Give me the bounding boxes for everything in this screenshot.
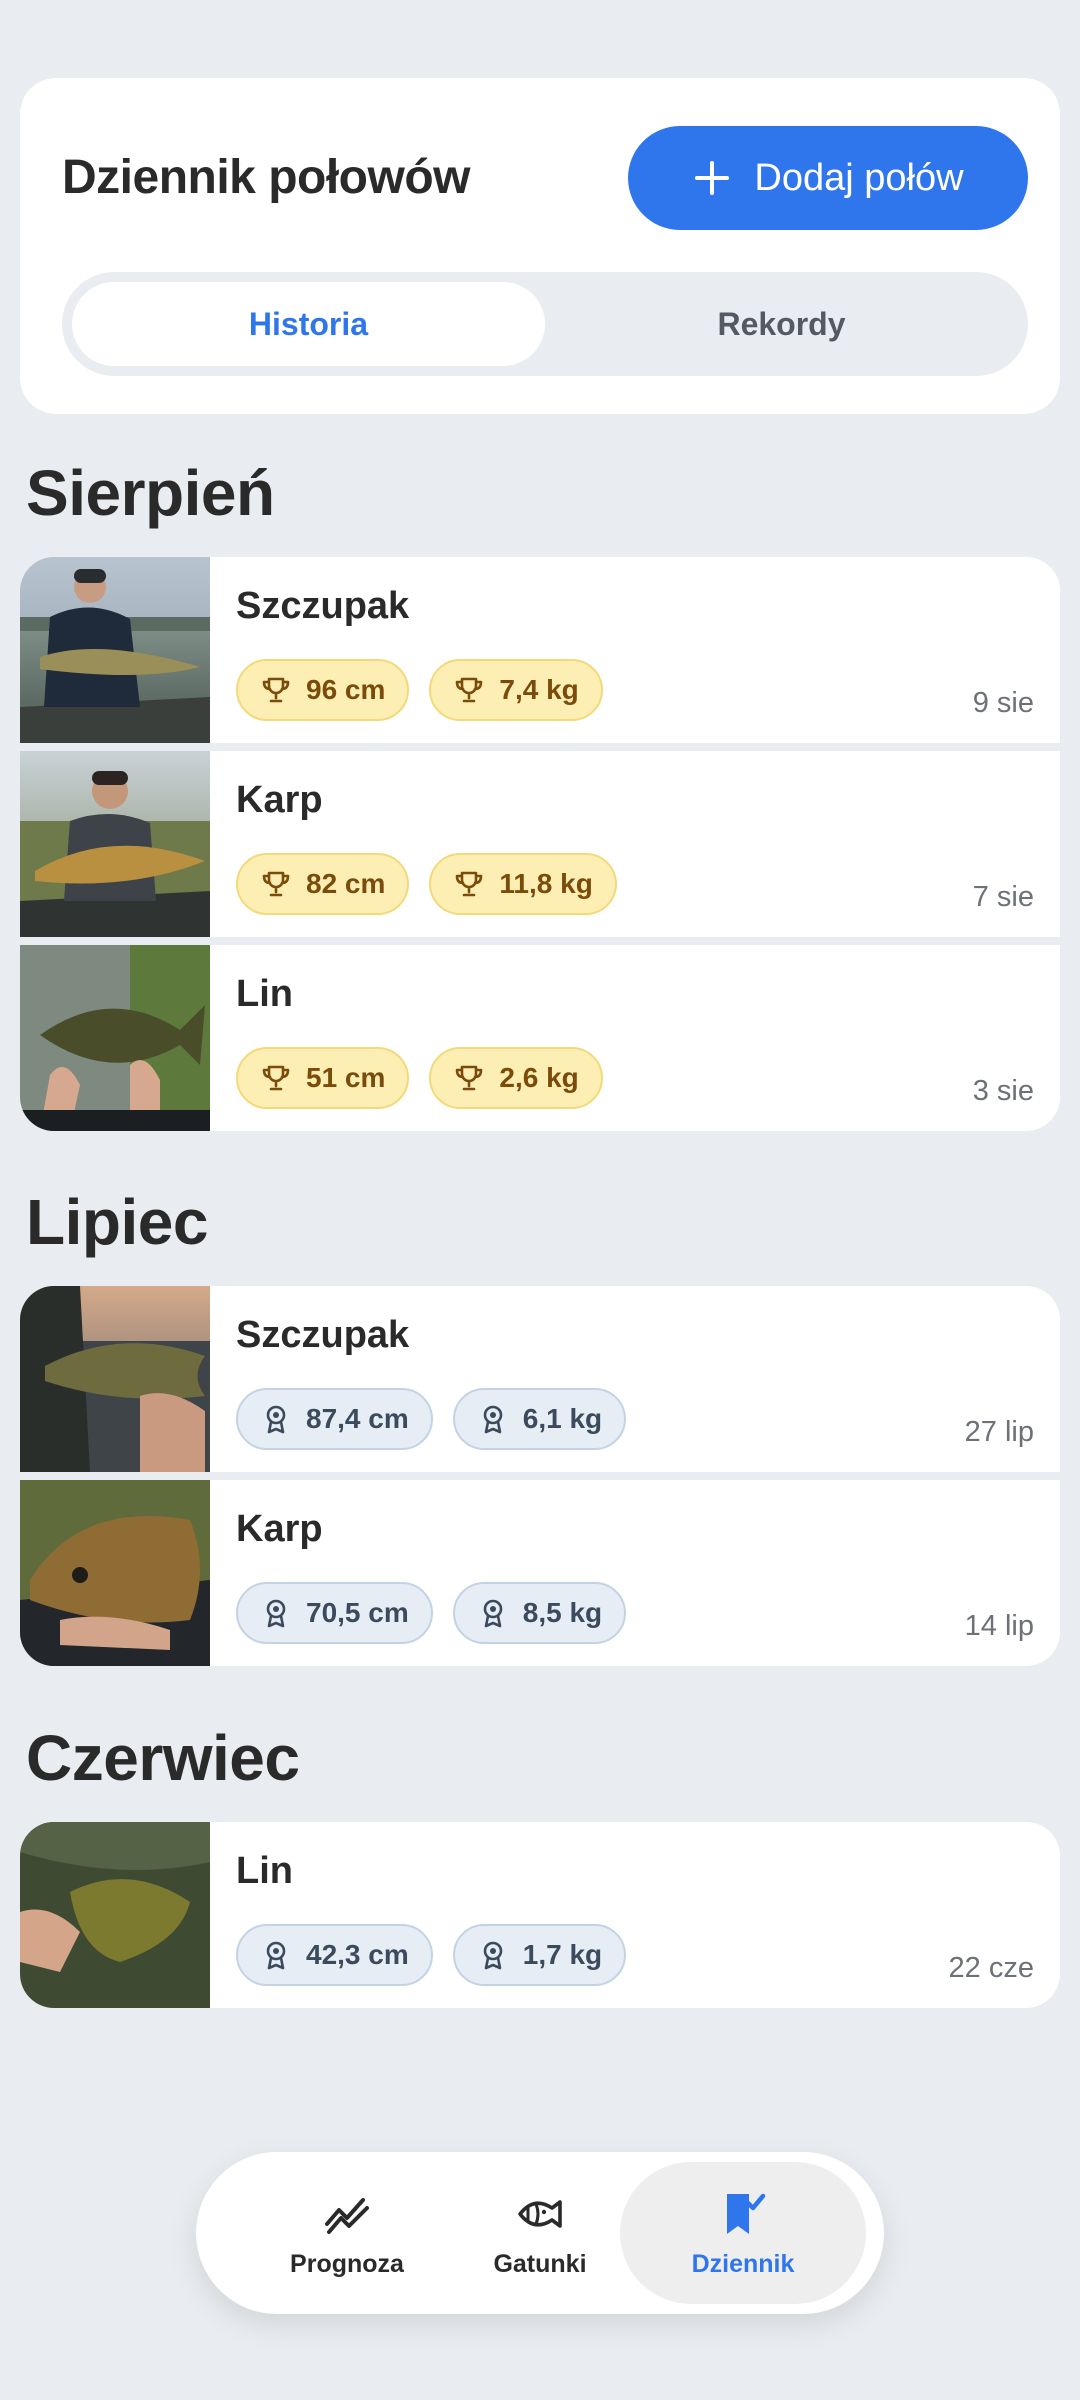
- weight-badge: 8,5 kg: [452, 1582, 627, 1644]
- add-catch-label: Dodaj połów: [754, 156, 964, 199]
- nav-label: Prognoza: [290, 2249, 404, 2278]
- nav-item-dziennik[interactable]: Dziennik: [620, 2162, 866, 2304]
- catch-photo: [20, 1480, 210, 1666]
- weight-badge: 2,6 kg: [429, 1047, 603, 1109]
- catch-date: 7 sie: [972, 881, 1034, 913]
- length-badge: 42,3 cm: [236, 1924, 433, 1986]
- weight-badge: 1,7 kg: [452, 1924, 627, 1986]
- catch-entry[interactable]: Lin 51 cm 2,6 kg 3 sie: [20, 945, 1060, 1131]
- weight-value: 6,1 kg: [522, 1403, 603, 1434]
- catch-photo: [20, 1286, 210, 1472]
- catch-entry[interactable]: Lin 42,3 cm 1,7 kg 22 cze: [20, 1822, 1060, 2008]
- species-name: Lin: [236, 1850, 293, 1892]
- weight-value: 7,4 kg: [499, 674, 579, 705]
- length-value: 96 cm: [306, 674, 386, 705]
- catch-date: 22 cze: [948, 1952, 1034, 1984]
- trophy-icon: [262, 871, 290, 897]
- trophy-icon: [262, 1065, 290, 1091]
- weight-value: 1,7 kg: [522, 1939, 603, 1970]
- catch-date: 3 sie: [972, 1075, 1034, 1107]
- length-value: 51 cm: [306, 1062, 386, 1093]
- medal-icon: [483, 1941, 503, 1970]
- bottom-nav: Prognoza Gatunki Dziennik: [196, 2152, 884, 2314]
- length-badge: 70,5 cm: [236, 1582, 433, 1644]
- bookmark-check-icon: [727, 2193, 766, 2234]
- catch-entry[interactable]: Karp 82 cm 11,8 kg 7 sie: [20, 751, 1060, 937]
- add-catch-button[interactable]: Dodaj połów: [628, 126, 1028, 230]
- length-badge: 96 cm: [236, 659, 410, 721]
- view-tabs: Historia Rekordy: [62, 272, 1028, 376]
- medal-icon: [483, 1599, 503, 1628]
- catch-date: 9 sie: [972, 687, 1034, 719]
- trophy-icon: [456, 871, 483, 897]
- length-badge: 87,4 cm: [236, 1388, 433, 1450]
- species-name: Szczupak: [236, 585, 410, 627]
- length-value: 42,3 cm: [306, 1939, 409, 1970]
- species-name: Szczupak: [236, 1314, 410, 1356]
- length-badge: 51 cm: [236, 1047, 410, 1109]
- month-heading: Sierpień: [26, 457, 275, 529]
- weight-value: 8,5 kg: [522, 1597, 603, 1628]
- medal-icon: [266, 1405, 286, 1434]
- plus-icon: [695, 161, 730, 195]
- tab-historia[interactable]: Historia: [72, 282, 545, 366]
- forecast-chart-icon: [325, 2197, 369, 2234]
- month-heading: Czerwiec: [26, 1722, 300, 1794]
- fish-icon: [518, 2199, 562, 2228]
- page-title: Dziennik połowów: [62, 151, 471, 204]
- medal-icon: [483, 1405, 503, 1434]
- catch-photo: [20, 557, 210, 743]
- trophy-icon: [456, 677, 483, 703]
- catch-photo: [20, 1822, 210, 2008]
- weight-value: 11,8 kg: [499, 868, 593, 899]
- weight-badge: 11,8 kg: [429, 853, 617, 915]
- catch-photo: [20, 751, 210, 937]
- medal-icon: [266, 1941, 286, 1970]
- catch-date: 14 lip: [964, 1610, 1034, 1642]
- catch-photo: [20, 945, 210, 1131]
- species-name: Karp: [236, 1508, 323, 1550]
- month-heading: Lipiec: [26, 1186, 208, 1258]
- length-value: 87,4 cm: [306, 1403, 409, 1434]
- weight-value: 2,6 kg: [499, 1062, 579, 1093]
- length-badge: 82 cm: [236, 853, 410, 915]
- tab-rekordy[interactable]: Rekordy: [545, 282, 1018, 366]
- weight-badge: 6,1 kg: [452, 1388, 627, 1450]
- nav-label: Gatunki: [493, 2249, 587, 2278]
- species-name: Lin: [236, 973, 293, 1015]
- trophy-icon: [456, 1065, 483, 1091]
- catch-entry[interactable]: Szczupak 87,4 cm 6,1 kg 27 lip: [20, 1286, 1060, 1472]
- weight-badge: 7,4 kg: [429, 659, 603, 721]
- length-value: 82 cm: [306, 868, 386, 899]
- medal-icon: [266, 1599, 286, 1628]
- trophy-icon: [262, 677, 290, 703]
- species-name: Karp: [236, 779, 323, 821]
- catch-date: 27 lip: [964, 1416, 1034, 1448]
- catch-entry[interactable]: Karp 70,5 cm 8,5 kg 14 lip: [20, 1480, 1060, 1666]
- header-card: Dziennik połowów Dodaj połów Historia Re…: [20, 78, 1060, 414]
- length-value: 70,5 cm: [306, 1597, 409, 1628]
- catch-entry[interactable]: Szczupak 96 cm 7,4 kg 9 sie: [20, 557, 1060, 743]
- nav-label: Dziennik: [691, 2249, 795, 2278]
